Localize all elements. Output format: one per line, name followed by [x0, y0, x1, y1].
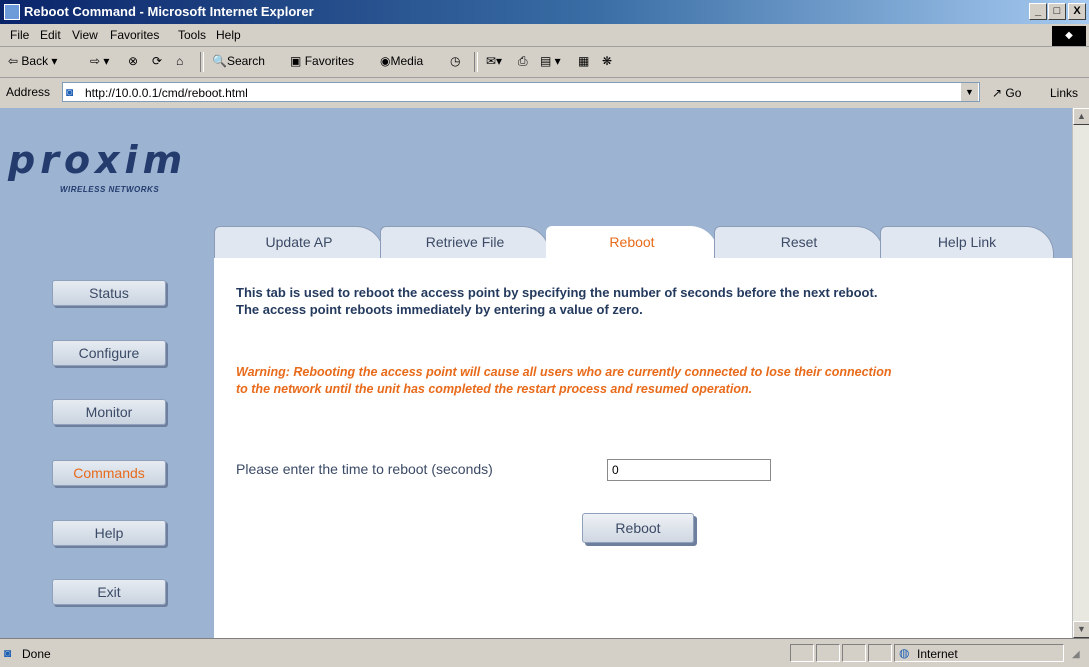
status-text: Done [22, 647, 51, 661]
nav-exit-button[interactable]: Exit [52, 579, 166, 605]
status-pane [790, 644, 814, 662]
reboot-description: This tab is used to reboot the access po… [236, 285, 878, 317]
favorites-icon: ▣ [290, 54, 302, 68]
tab-reset[interactable]: Reset [714, 226, 884, 258]
home-icon[interactable]: ⌂ [176, 54, 183, 68]
page-done-icon: ◙ [4, 646, 12, 660]
reboot-button[interactable]: Reboot [582, 513, 694, 543]
media-icon: ◉ [380, 54, 391, 68]
minimize-button[interactable]: _ [1029, 3, 1047, 20]
menu-view[interactable]: View [72, 28, 98, 42]
maximize-button[interactable]: □ [1048, 3, 1066, 20]
tab-help-link[interactable]: Help Link [880, 226, 1054, 258]
status-pane [816, 644, 840, 662]
windows-logo-icon: ◆ [1052, 26, 1086, 46]
nav-commands-button[interactable]: Commands [52, 460, 166, 486]
back-arrow-icon: ⇦ [8, 54, 19, 68]
toolbar: ⇦ Back ▾ ⇨ ▾ ⊗ ⟳ ⌂ 🔍Search ▣ Favorites ◉… [0, 47, 1089, 78]
internet-globe-icon: ◍ [899, 646, 910, 660]
discuss-icon[interactable]: ▦ [578, 54, 589, 68]
close-button[interactable]: X [1068, 3, 1086, 20]
back-button[interactable]: ⇦ Back ▾ [8, 54, 57, 68]
window-title: Reboot Command - Microsoft Internet Expl… [24, 4, 314, 19]
nav-status-button[interactable]: Status [52, 280, 166, 306]
zone-text: Internet [917, 647, 958, 661]
reboot-time-input[interactable] [607, 459, 771, 481]
go-button[interactable]: ↗ Go [992, 86, 1021, 100]
page-viewport: proxim WIRELESS NETWORKS Update AP Retri… [0, 108, 1072, 638]
scroll-down-icon[interactable]: ▼ [1073, 621, 1089, 638]
zone-pane: ◍ Internet [894, 644, 1064, 662]
tab-reboot[interactable]: Reboot [546, 226, 718, 260]
status-bar: ◙ Done ◍ Internet ◢ [0, 638, 1089, 667]
forward-button[interactable]: ⇨ ▾ [90, 54, 109, 68]
search-button[interactable]: 🔍Search [212, 54, 265, 68]
stop-icon[interactable]: ⊗ [128, 54, 138, 68]
mail-icon[interactable]: ✉▾ [486, 54, 502, 68]
logo-subtitle: WIRELESS NETWORKS [60, 185, 160, 194]
reboot-warning: Warning: Rebooting the access point will… [236, 365, 892, 396]
proxim-logo: proxim [8, 138, 188, 182]
favorites-button[interactable]: ▣ Favorites [290, 54, 354, 68]
tab-retrieve-file[interactable]: Retrieve File [380, 226, 550, 258]
forward-arrow-icon: ⇨ [90, 54, 101, 68]
refresh-icon[interactable]: ⟳ [152, 54, 162, 68]
address-input[interactable]: ◙ http://10.0.0.1/cmd/reboot.html ▼ [62, 82, 980, 102]
menu-edit[interactable]: Edit [40, 28, 61, 42]
messenger-icon[interactable]: ❋ [602, 54, 612, 68]
menu-file[interactable]: File [10, 28, 29, 42]
nav-configure-button[interactable]: Configure [52, 340, 166, 366]
media-button[interactable]: ◉Media [380, 54, 423, 68]
edit-icon[interactable]: ▤ ▾ [540, 54, 561, 68]
scroll-up-icon[interactable]: ▲ [1073, 108, 1089, 125]
nav-help-button[interactable]: Help [52, 520, 166, 546]
menu-bar: File Edit View Favorites Tools Help [0, 24, 1089, 47]
print-icon[interactable]: ⎙ [518, 54, 528, 69]
title-bar: Reboot Command - Microsoft Internet Expl… [0, 0, 1089, 24]
search-icon: 🔍 [212, 54, 227, 68]
address-dropdown-icon[interactable]: ▼ [961, 83, 978, 101]
nav-monitor-button[interactable]: Monitor [52, 399, 166, 425]
vertical-scrollbar[interactable]: ▲ ▼ [1072, 108, 1089, 638]
history-icon[interactable]: ◷ [450, 54, 460, 68]
tab-update-ap[interactable]: Update AP [214, 226, 384, 258]
menu-tools[interactable]: Tools [178, 28, 206, 42]
toolbar-separator [200, 52, 204, 72]
go-arrow-icon: ↗ [992, 86, 1003, 100]
toolbar-separator [474, 52, 478, 72]
menu-help[interactable]: Help [216, 28, 241, 42]
resize-grip-icon[interactable]: ◢ [1072, 649, 1080, 660]
status-pane [842, 644, 866, 662]
status-pane [868, 644, 892, 662]
menu-favorites[interactable]: Favorites [110, 28, 159, 42]
reboot-time-label: Please enter the time to reboot (seconds… [236, 461, 493, 477]
links-button[interactable]: Links [1050, 86, 1078, 100]
address-label: Address [6, 85, 51, 99]
ie-app-icon [4, 4, 20, 20]
address-url: http://10.0.0.1/cmd/reboot.html [85, 86, 248, 100]
page-icon: ◙ [66, 85, 74, 99]
